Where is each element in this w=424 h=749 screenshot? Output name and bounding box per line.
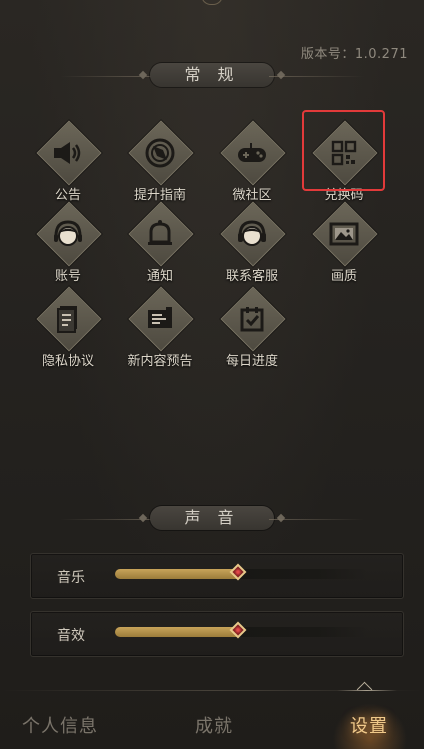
tab-profile[interactable]: 个人信息 bbox=[22, 712, 98, 738]
section-header-sound: 声 音 bbox=[0, 506, 424, 532]
notice-board-icon bbox=[142, 302, 178, 336]
music-slider[interactable] bbox=[115, 563, 367, 581]
item-label: 公告 bbox=[54, 188, 81, 203]
item-label: 隐私协议 bbox=[41, 354, 94, 369]
menu-item-privacy[interactable]: 隐私协议 bbox=[23, 286, 113, 370]
menu-item-daily-progress[interactable]: 每日进度 bbox=[207, 286, 297, 370]
music-label: 音乐 bbox=[57, 570, 85, 586]
menu-item-guide[interactable]: 提升指南 bbox=[115, 120, 205, 204]
sfx-label: 音效 bbox=[57, 628, 85, 644]
tab-settings[interactable]: 设置 bbox=[350, 712, 388, 738]
sfx-slider-row: 音效 bbox=[30, 611, 404, 657]
gamepad-icon bbox=[234, 136, 270, 170]
item-label: 提升指南 bbox=[133, 188, 186, 203]
calendar-check-icon bbox=[234, 302, 270, 336]
item-label: 每日进度 bbox=[225, 354, 278, 369]
menu-item-customer-service[interactable]: 联系客服 bbox=[207, 201, 297, 285]
item-label: 通知 bbox=[146, 269, 173, 284]
picture-icon bbox=[326, 217, 362, 251]
menu-item-graphics[interactable]: 画质 bbox=[299, 201, 389, 285]
section-header-general: 常 规 bbox=[0, 63, 424, 89]
tab-achievements[interactable]: 成就 bbox=[195, 712, 233, 738]
bell-icon bbox=[142, 217, 178, 251]
document-icon bbox=[50, 302, 86, 336]
section-title-sound: 声 音 bbox=[150, 506, 274, 530]
menu-item-community[interactable]: 微社区 bbox=[207, 120, 297, 204]
item-label: 微社区 bbox=[232, 188, 272, 203]
item-label: 新内容预告 bbox=[127, 354, 193, 369]
highlight-box bbox=[302, 110, 385, 191]
menu-item-announcement[interactable]: 公告 bbox=[23, 120, 113, 204]
item-label: 画质 bbox=[330, 269, 357, 284]
sfx-slider[interactable] bbox=[115, 621, 367, 639]
sfx-slider-fill bbox=[115, 627, 239, 637]
active-tab-indicator bbox=[337, 684, 397, 694]
account-avatar-icon bbox=[50, 217, 86, 251]
version-label: 版本号：1.0.271 bbox=[300, 47, 408, 62]
section-title-general: 常 规 bbox=[150, 63, 274, 87]
menu-item-account[interactable]: 账号 bbox=[23, 201, 113, 285]
speaker-icon bbox=[50, 136, 86, 170]
headset-icon bbox=[234, 217, 270, 251]
item-label: 账号 bbox=[54, 269, 81, 284]
compass-icon bbox=[142, 136, 178, 170]
music-slider-fill bbox=[115, 569, 239, 579]
item-label: 联系客服 bbox=[225, 269, 278, 284]
menu-item-notification[interactable]: 通知 bbox=[115, 201, 205, 285]
music-slider-row: 音乐 bbox=[30, 553, 404, 599]
menu-item-content-preview[interactable]: 新内容预告 bbox=[115, 286, 205, 370]
